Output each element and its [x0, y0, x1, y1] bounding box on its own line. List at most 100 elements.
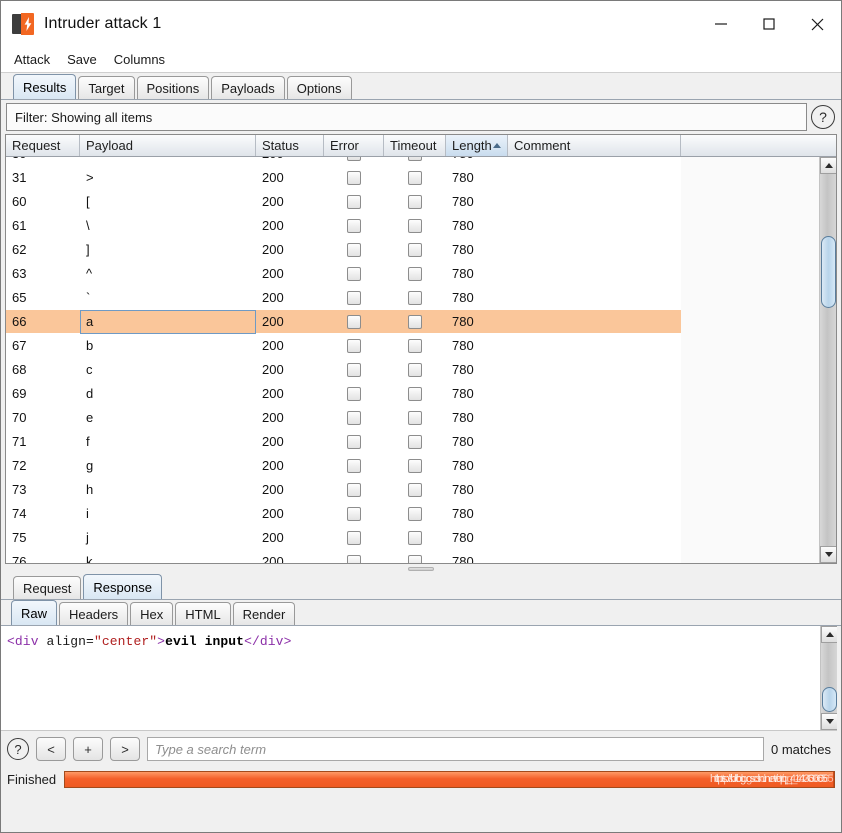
cell-error[interactable] — [324, 190, 384, 214]
cell-request[interactable]: 30 — [6, 157, 80, 166]
cell-timeout[interactable] — [384, 382, 446, 406]
response-scroll-thumb[interactable] — [822, 687, 837, 712]
timeout-checkbox[interactable] — [408, 194, 422, 209]
column-header-status[interactable]: Status — [256, 135, 324, 156]
cell-length[interactable]: 780 — [446, 190, 508, 214]
cell-comment[interactable] — [508, 550, 681, 564]
cell-comment[interactable] — [508, 430, 681, 454]
error-checkbox[interactable] — [347, 410, 361, 425]
cell-payload[interactable]: b — [80, 334, 256, 358]
timeout-checkbox[interactable] — [408, 218, 422, 233]
table-row[interactable]: 68 c 200 780 — [6, 357, 836, 382]
cell-comment[interactable] — [508, 310, 681, 334]
cell-comment[interactable] — [508, 526, 681, 550]
scroll-down-button[interactable] — [820, 546, 836, 563]
cell-request[interactable]: 76 — [6, 550, 80, 563]
cell-length[interactable]: 780 — [446, 430, 508, 454]
message-tab-response[interactable]: Response — [83, 574, 162, 599]
cell-length[interactable]: 780 — [446, 310, 508, 334]
response-vertical-scrollbar[interactable] — [820, 626, 837, 730]
cell-length[interactable]: 780 — [446, 550, 508, 563]
cell-comment[interactable] — [508, 502, 681, 526]
timeout-checkbox[interactable] — [408, 386, 422, 401]
cell-status[interactable]: 200 — [256, 157, 324, 166]
cell-length[interactable]: 780 — [446, 214, 508, 238]
timeout-checkbox[interactable] — [408, 530, 422, 545]
cell-request[interactable]: 63 — [6, 262, 80, 286]
cell-status[interactable]: 200 — [256, 166, 324, 190]
cell-payload[interactable]: j — [80, 526, 256, 550]
search-prev-button[interactable]: < — [36, 737, 66, 761]
cell-status[interactable]: 200 — [256, 478, 324, 502]
view-tab-hex[interactable]: Hex — [130, 602, 174, 625]
cell-status[interactable]: 200 — [256, 502, 324, 526]
filter-bar[interactable]: Filter: Showing all items — [6, 103, 807, 131]
cell-timeout[interactable] — [384, 526, 446, 550]
tab-positions[interactable]: Positions — [136, 76, 210, 99]
error-checkbox[interactable] — [347, 458, 361, 473]
cell-timeout[interactable] — [384, 166, 446, 190]
table-row[interactable]: 67 b 200 780 — [6, 333, 836, 358]
table-vertical-scrollbar[interactable] — [819, 157, 836, 563]
search-add-button[interactable]: + — [73, 737, 103, 761]
table-row[interactable]: 72 g 200 780 — [6, 453, 836, 478]
cell-error[interactable] — [324, 454, 384, 478]
cell-status[interactable]: 200 — [256, 382, 324, 406]
cell-error[interactable] — [324, 382, 384, 406]
column-header-comment[interactable]: Comment — [508, 135, 681, 156]
scroll-up-button[interactable] — [820, 157, 836, 174]
error-checkbox[interactable] — [347, 530, 361, 545]
cell-request[interactable]: 65 — [6, 286, 80, 310]
menu-item-save[interactable]: Save — [66, 51, 98, 68]
cell-timeout[interactable] — [384, 334, 446, 358]
cell-status[interactable]: 200 — [256, 334, 324, 358]
error-checkbox[interactable] — [347, 157, 361, 161]
cell-timeout[interactable] — [384, 310, 446, 334]
cell-comment[interactable] — [508, 406, 681, 430]
response-scroll-down-button[interactable] — [821, 713, 837, 730]
cell-status[interactable]: 200 — [256, 310, 324, 334]
cell-status[interactable]: 200 — [256, 190, 324, 214]
cell-comment[interactable] — [508, 190, 681, 214]
cell-length[interactable]: 780 — [446, 157, 508, 166]
cell-status[interactable]: 200 — [256, 550, 324, 563]
cell-error[interactable] — [324, 166, 384, 190]
error-checkbox[interactable] — [347, 338, 361, 353]
column-header-error[interactable]: Error — [324, 135, 384, 156]
scroll-track[interactable] — [820, 174, 836, 546]
error-checkbox[interactable] — [347, 386, 361, 401]
table-row[interactable]: 62] 200 780 — [6, 237, 836, 262]
cell-comment[interactable] — [508, 382, 681, 406]
tab-options[interactable]: Options — [286, 76, 352, 99]
cell-length[interactable]: 780 — [446, 382, 508, 406]
cell-payload[interactable]: = — [80, 157, 256, 166]
timeout-checkbox[interactable] — [408, 482, 422, 497]
scroll-thumb[interactable] — [821, 236, 836, 308]
cell-error[interactable] — [324, 430, 384, 454]
timeout-checkbox[interactable] — [408, 506, 422, 521]
table-row[interactable]: 74 i 200 780 — [6, 501, 836, 526]
view-tab-html[interactable]: HTML — [175, 602, 231, 625]
cell-comment[interactable] — [508, 238, 681, 262]
cell-error[interactable] — [324, 334, 384, 358]
table-row[interactable]: 66 a 200 780 — [6, 309, 836, 334]
error-checkbox[interactable] — [347, 434, 361, 449]
cell-comment[interactable] — [508, 166, 681, 190]
error-checkbox[interactable] — [347, 506, 361, 521]
table-row[interactable]: 70 e 200 780 — [6, 405, 836, 430]
view-tab-render[interactable]: Render — [232, 602, 296, 625]
cell-request[interactable]: 62 — [6, 238, 80, 262]
cell-timeout[interactable] — [384, 478, 446, 502]
search-input[interactable]: Type a search term — [147, 737, 765, 761]
cell-error[interactable] — [324, 238, 384, 262]
cell-payload[interactable]: ] — [80, 238, 256, 262]
table-row[interactable]: 69 d 200 780 — [6, 381, 836, 406]
table-row[interactable]: 63 ^ 200 780 — [6, 261, 836, 286]
error-checkbox[interactable] — [347, 242, 361, 257]
tab-payloads[interactable]: Payloads — [211, 76, 285, 99]
error-checkbox[interactable] — [347, 170, 361, 185]
cell-error[interactable] — [324, 550, 384, 563]
cell-length[interactable]: 780 — [446, 358, 508, 382]
cell-comment[interactable] — [508, 157, 681, 166]
cell-payload[interactable]: ` — [80, 286, 256, 310]
